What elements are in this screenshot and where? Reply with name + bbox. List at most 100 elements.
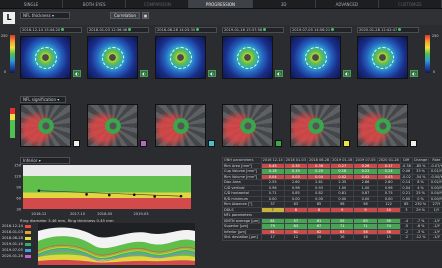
nfl-significance-map[interactable] (222, 104, 273, 147)
thickness-colorbar-right (425, 35, 430, 73)
nfl-thickness-map[interactable] (357, 36, 408, 79)
ring-legend-swatch (24, 242, 31, 246)
table-header-cell: Change (411, 157, 430, 164)
scan-date-label: 2016-12-14 15:44:20 (22, 28, 61, 32)
nfl-thickness-map[interactable] (87, 36, 138, 79)
scan-date-label: 2019-01-16 15:37:58 (224, 28, 263, 32)
scan-date-header[interactable]: 2016-12-14 15:44:20 (20, 27, 82, 33)
scan-date-header[interactable]: 2019-07-05 14:56:21 (290, 27, 352, 33)
parameters-table-wrap: ONH parameters 2016 12-14 2018 01-03 2018 0… (222, 157, 442, 241)
data-point (153, 195, 156, 198)
x-tick-label: 2016-12 (31, 212, 46, 216)
optic-disc-overlay (100, 113, 125, 138)
tab-advanced[interactable]: ADVANCED (316, 0, 379, 8)
toggle-overlay-icon[interactable]: ◐ (208, 70, 216, 77)
toggle-overlay-icon[interactable]: ◐ (410, 70, 418, 77)
outside-band (23, 198, 191, 209)
table-header-cell: 2018 06-28 (306, 157, 332, 164)
ring-legend-item[interactable]: 2020-01-28 (2, 253, 38, 259)
table-header-cell: 2020 01-28 (376, 157, 401, 164)
tab-both-eyes[interactable]: BOTH EYES (63, 0, 127, 8)
rate-cell: -0.07/Y (428, 162, 442, 169)
tab-comparison[interactable]: COMPARISON (126, 0, 190, 8)
data-point (179, 194, 183, 198)
quality-ok-icon (398, 28, 402, 31)
table-header-cell: 2019 01-16 (330, 157, 355, 164)
rate-cell: -1/Y (428, 234, 442, 241)
scale-top-left: 250 (1, 34, 8, 38)
toggle-overlay-icon[interactable]: ◐ (140, 70, 148, 77)
toggle-overlay-icon[interactable]: ◐ (343, 70, 351, 77)
tab-3d[interactable]: 3D (253, 0, 316, 8)
onh-parameters-table: ONH parameters 2016 12-14 2018 01-03 2018 0… (222, 157, 442, 241)
value-cell: 15 (306, 234, 332, 241)
y-tick-label: 120 (14, 174, 22, 178)
parameter-label: Cup Volume [mm³] (222, 168, 262, 175)
nfl-thickness-map[interactable] (155, 36, 206, 79)
parameter-label: Rim Volume [mm³] (222, 173, 262, 180)
y-tick-label: 60 (16, 196, 21, 200)
diff-cell: -0.38 (399, 162, 413, 169)
color-swatch[interactable] (410, 140, 417, 147)
quality-ok-icon (128, 28, 132, 31)
view-tabs: SINGLE BOTH EYES COMPARISON PROGRESSION 3D AD… (0, 0, 442, 9)
value-cell: 16 (353, 234, 378, 241)
table-header-cell: 2018 01-03 (283, 157, 308, 164)
quality-ok-icon (263, 28, 267, 31)
color-swatch[interactable] (208, 140, 215, 147)
x-tick-label: 2019-03 (134, 212, 149, 216)
nfl-significance-map[interactable] (290, 104, 341, 147)
ring-legend-swatch (24, 248, 31, 252)
export-icon[interactable]: ▣ (142, 12, 149, 19)
y-tick-label: 90 (16, 185, 21, 189)
measurement-ring (169, 46, 192, 69)
nfl-thickness-map[interactable] (20, 36, 71, 79)
optic-disc-overlay (168, 113, 193, 138)
ring-legend: 2016-12-14 2018-01-03 2018-06-28 2019-01-16… (2, 223, 38, 259)
optic-disc-overlay (235, 113, 260, 138)
eye-indicator[interactable]: L (3, 12, 15, 24)
color-swatch[interactable] (73, 140, 80, 147)
nfl-thickness-map[interactable] (290, 36, 341, 79)
data-point (132, 193, 136, 196)
x-tick-label: 2017-10 (70, 212, 86, 216)
rate-cell: 0.00/Y (428, 184, 442, 191)
nfl-significance-map[interactable] (155, 104, 206, 147)
ring-legend-swatch (24, 236, 31, 240)
toggle-overlay-icon[interactable]: ◐ (275, 70, 283, 77)
map-type-select[interactable]: NFL thickness ▾ (20, 12, 70, 19)
color-swatch[interactable] (343, 140, 350, 147)
color-swatch[interactable] (140, 140, 147, 147)
table-header-cell: 2016 12-14 (260, 157, 285, 164)
ring-legend-swatch (24, 224, 31, 228)
measurement-ring (236, 46, 259, 69)
scan-date-header[interactable]: 2019-01-16 15:37:58 (222, 27, 284, 33)
measurement-ring (304, 46, 327, 69)
tab-customize[interactable]: CUSTOMIZE (379, 0, 442, 8)
color-swatch[interactable] (275, 140, 282, 147)
nfl-significance-map[interactable] (20, 104, 71, 147)
tab-single[interactable]: SINGLE (0, 0, 64, 8)
nfl-significance-map[interactable] (357, 104, 408, 147)
significance-select[interactable]: NFL signification ▾ (20, 96, 66, 103)
scale-bottom-left: 0 (4, 70, 7, 74)
measurement-ring (371, 46, 394, 69)
scan-date-header[interactable]: 2020-01-28 12:42:47 (357, 27, 419, 33)
scan-date-header[interactable]: 2018-01-03 12:36:46 (87, 27, 149, 33)
ring-legend-swatch (24, 230, 31, 234)
correlation-button[interactable]: Correlation (110, 12, 140, 19)
tab-progression[interactable]: PROGRESSION (189, 0, 253, 8)
nfl-thickness-map[interactable] (222, 36, 273, 79)
toggle-overlay-icon[interactable]: ◐ (73, 70, 81, 77)
y-tick-label: 30 (16, 207, 21, 211)
rate-cell: 0.02/Y (428, 179, 442, 186)
scan-date-label: 2018-01-03 12:36:46 (89, 28, 128, 32)
nfl-significance-map[interactable] (87, 104, 138, 147)
thickness-trend-graph: 150 120 90 60 30 2016-12 2017-10 2018-05 2019-03 (14, 163, 191, 216)
value-cell: 16 (330, 234, 355, 241)
diff-cell: -0.02 (399, 173, 413, 180)
scan-date-header[interactable]: 2018-06-28 14:25:35 (155, 27, 217, 33)
rate-cell: -0.00/Y (428, 173, 442, 180)
scan-date-label: 2018-06-28 14:25:35 (157, 28, 196, 32)
value-cell: 12 (283, 234, 308, 241)
